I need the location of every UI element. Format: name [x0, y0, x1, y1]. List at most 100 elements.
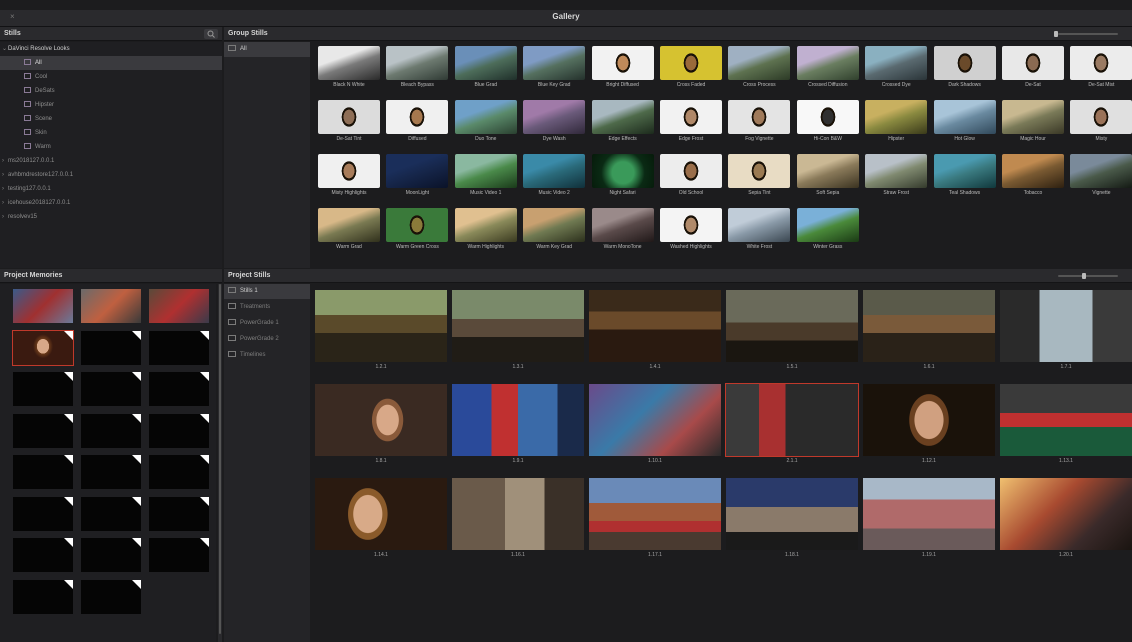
look-thumbnail[interactable]: De-Sat Mist — [1070, 46, 1132, 88]
look-thumbnail[interactable]: Tobacco — [1002, 154, 1064, 196]
look-thumbnail[interactable]: Dark Shadows — [933, 46, 996, 88]
look-thumbnail[interactable]: Soft Sepia — [796, 154, 859, 196]
still-thumbnail[interactable]: 1.2.1 — [315, 290, 447, 370]
chevron-down-icon[interactable]: ⌄ — [2, 42, 7, 56]
look-thumbnail[interactable]: De-Sat Tint — [318, 100, 380, 142]
tree-item[interactable]: › resolvev15 — [0, 210, 222, 224]
memory-slot[interactable] — [81, 372, 141, 406]
album-item[interactable]: Treatments — [224, 300, 310, 315]
still-thumbnail[interactable]: 1.6.1 — [863, 290, 995, 370]
album-item[interactable]: Timelines — [224, 348, 310, 363]
look-thumbnail[interactable]: Crossed Diffusion — [796, 46, 859, 88]
still-thumbnail[interactable]: 1.14.1 — [315, 478, 447, 558]
look-thumbnail[interactable]: Black N White — [318, 46, 380, 88]
memory-slot[interactable] — [81, 289, 141, 323]
look-thumbnail[interactable]: Warm Green Cross — [386, 208, 449, 250]
album-item[interactable]: Stills 1 — [224, 284, 310, 299]
memory-slot[interactable] — [149, 455, 209, 489]
look-thumbnail[interactable]: Misty Highlights — [318, 154, 380, 196]
memory-slot[interactable] — [149, 330, 209, 365]
look-thumbnail[interactable]: Edge Frost — [660, 100, 722, 142]
tree-item[interactable]: › ms2018127.0.0.1 — [0, 154, 222, 168]
memory-slot[interactable] — [81, 538, 141, 572]
still-thumbnail[interactable]: 1.18.1 — [726, 478, 858, 558]
memory-slot[interactable] — [81, 496, 141, 531]
look-thumbnail[interactable]: Bright Diffused — [591, 46, 654, 88]
look-thumbnail[interactable]: Duo Tone — [454, 100, 517, 142]
tree-item[interactable]: Skin — [0, 126, 222, 140]
look-thumbnail[interactable]: Straw Frost — [865, 154, 928, 196]
look-thumbnail[interactable]: Diffused — [386, 100, 449, 142]
memory-slot[interactable] — [81, 413, 141, 448]
look-thumbnail[interactable]: Hot Glow — [933, 100, 996, 142]
look-thumbnail[interactable]: Dye Wash — [523, 100, 586, 142]
memory-slot[interactable] — [13, 413, 73, 448]
look-thumbnail[interactable]: Crossed Dye — [865, 46, 928, 88]
look-thumbnail[interactable]: Cross Faded — [660, 46, 722, 88]
tree-item[interactable]: DeSats — [0, 84, 222, 98]
look-thumbnail[interactable]: Warm Key Grad — [523, 208, 586, 250]
look-thumbnail[interactable]: Night Safari — [591, 154, 654, 196]
still-thumbnail[interactable]: 2.1.1 — [725, 383, 859, 464]
look-thumbnail[interactable]: Warm Highlights — [454, 208, 517, 250]
look-thumbnail[interactable]: Edge Effects — [591, 100, 654, 142]
chevron-right-icon[interactable]: › — [2, 154, 4, 168]
look-thumbnail[interactable]: Vignette — [1070, 154, 1132, 196]
look-thumbnail[interactable]: De-Sat — [1002, 46, 1064, 88]
memory-slot[interactable] — [13, 579, 73, 614]
memories-scrollbar[interactable] — [218, 284, 222, 642]
look-thumbnail[interactable]: Cross Process — [728, 46, 791, 88]
tree-item[interactable]: Warm — [0, 140, 222, 154]
look-thumbnail[interactable]: Hipster — [865, 100, 928, 142]
tree-item[interactable]: ⌄ DaVinci Resolve Looks — [0, 42, 222, 56]
tree-item[interactable]: › icehouse2018127.0.0.1 — [0, 196, 222, 210]
group-item-all[interactable]: All — [224, 42, 310, 57]
look-thumbnail[interactable]: Warm Grad — [318, 208, 380, 250]
chevron-right-icon[interactable]: › — [2, 168, 4, 182]
look-thumbnail[interactable]: White Frost — [728, 208, 791, 250]
look-thumbnail[interactable]: Music Video 2 — [523, 154, 586, 196]
zoom-slider[interactable] — [1058, 33, 1118, 35]
look-thumbnail[interactable]: Winter Grass — [796, 208, 859, 250]
memory-slot[interactable] — [149, 372, 209, 406]
look-thumbnail[interactable]: Sepia Tint — [728, 154, 791, 196]
still-thumbnail[interactable]: 1.8.1 — [315, 384, 447, 464]
memory-slot[interactable] — [81, 330, 141, 365]
still-thumbnail[interactable]: 1.16.1 — [452, 478, 584, 558]
still-thumbnail[interactable]: 1.9.1 — [452, 384, 584, 464]
album-item[interactable]: PowerGrade 2 — [224, 332, 310, 347]
tree-item[interactable]: › testing127.0.0.1 — [0, 182, 222, 196]
memory-slot[interactable] — [81, 455, 141, 489]
memory-slot[interactable] — [149, 496, 209, 531]
still-thumbnail[interactable]: 1.3.1 — [452, 290, 584, 370]
album-item[interactable]: PowerGrade 1 — [224, 316, 310, 331]
memory-slot[interactable] — [13, 538, 73, 572]
project-zoom-knob[interactable] — [1082, 273, 1086, 279]
look-thumbnail[interactable]: Old School — [660, 154, 722, 196]
still-thumbnail[interactable]: 1.17.1 — [589, 478, 721, 558]
memory-slot[interactable] — [12, 329, 74, 366]
look-thumbnail[interactable]: Hi-Con B&W — [796, 100, 859, 142]
look-thumbnail[interactable]: Blue Key Grad — [523, 46, 586, 88]
project-zoom-slider[interactable] — [1058, 275, 1118, 277]
search-button[interactable] — [204, 29, 218, 39]
tree-item[interactable]: Cool — [0, 70, 222, 84]
chevron-right-icon[interactable]: › — [2, 196, 4, 210]
chevron-right-icon[interactable]: › — [2, 210, 4, 224]
look-thumbnail[interactable]: Blue Grad — [454, 46, 517, 88]
still-thumbnail[interactable]: 1.19.1 — [863, 478, 995, 558]
look-thumbnail[interactable]: MoonLight — [386, 154, 449, 196]
look-thumbnail[interactable]: Warm MonoTone — [591, 208, 654, 250]
memory-slot[interactable] — [81, 579, 141, 614]
memory-slot[interactable] — [149, 538, 209, 572]
memory-slot[interactable] — [149, 413, 209, 448]
still-thumbnail[interactable]: 1.20.1 — [1000, 478, 1132, 558]
tree-item[interactable]: Scene — [0, 112, 222, 126]
tree-item[interactable]: Hipster — [0, 98, 222, 112]
still-thumbnail[interactable]: 1.12.1 — [863, 384, 995, 464]
memory-slot[interactable] — [13, 372, 73, 406]
look-thumbnail[interactable]: Bleach Bypass — [386, 46, 449, 88]
still-thumbnail[interactable]: 1.10.1 — [589, 384, 721, 464]
memory-slot[interactable] — [149, 289, 209, 323]
still-thumbnail[interactable]: 1.7.1 — [1000, 290, 1132, 370]
